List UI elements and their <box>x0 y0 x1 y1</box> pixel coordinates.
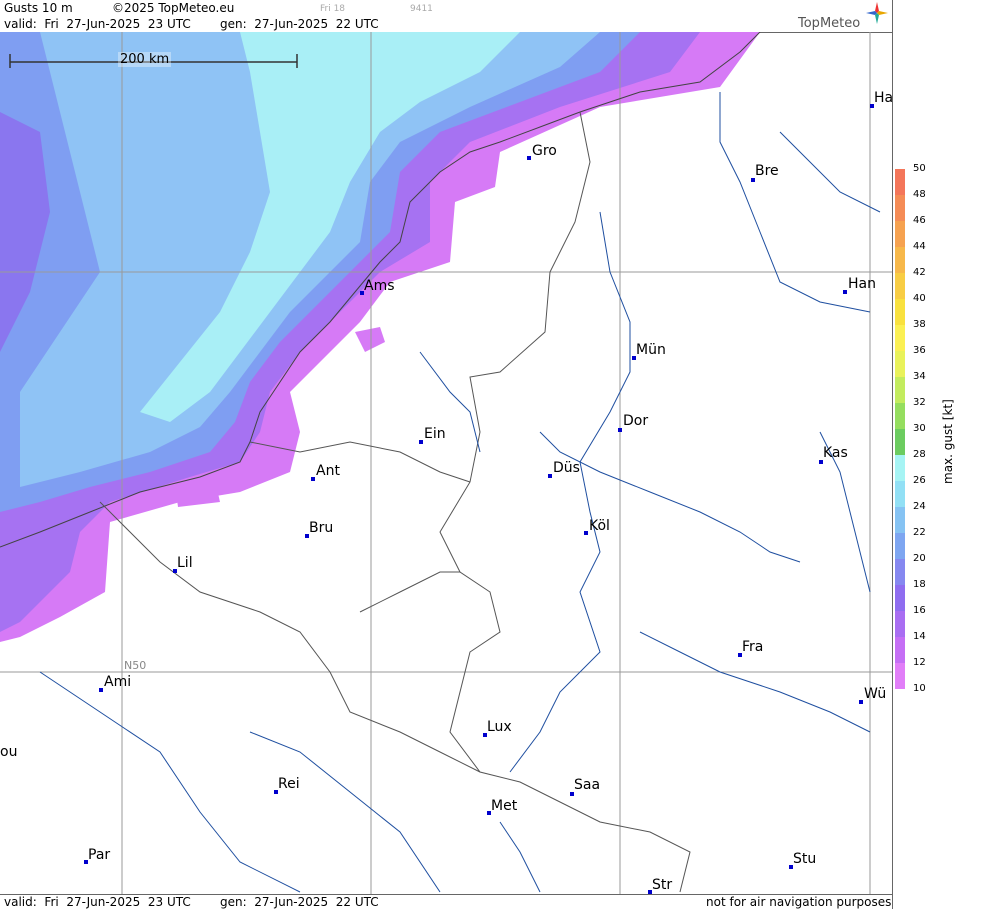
city-ami: Ami <box>104 674 132 690</box>
city-kas: Kas <box>823 445 848 461</box>
city-dot <box>311 477 315 481</box>
legend-color-cell <box>895 559 905 585</box>
gust-patch-magenta-2 <box>175 480 220 507</box>
city-ein: Ein <box>424 426 446 442</box>
legend-tick-label: 34 <box>913 371 926 382</box>
city-ou: ou <box>0 744 18 760</box>
legend-color-cell <box>895 663 905 689</box>
city-dot <box>859 700 863 704</box>
city-mun: Mün <box>636 342 666 358</box>
legend-color-cell <box>895 611 905 637</box>
legend-tick-label: 12 <box>913 657 926 668</box>
legend-panel: 50 48 46 44 42 40 38 36 34 32 30 28 26 24 22 20 18 16 14 12… <box>892 0 983 909</box>
product-title: Gusts 10 m <box>4 1 73 15</box>
legend-tick-label: 10 <box>913 683 926 694</box>
legend-color-cell <box>895 169 905 195</box>
legend-color-cell <box>895 351 905 377</box>
city-ams: Ams <box>364 278 395 294</box>
legend-color-cell <box>895 481 905 507</box>
city-par: Par <box>88 847 111 863</box>
city-kol: Köl <box>589 518 610 534</box>
legend-color-cell <box>895 299 905 325</box>
legend-color-cell <box>895 403 905 429</box>
disclaimer: not for air navigation purposes <box>706 895 892 909</box>
day-marker: Fri 18 <box>320 4 346 14</box>
topmeteo-logo-icon <box>866 2 888 24</box>
city-bre: Bre <box>755 163 779 179</box>
generated-time: gen: 27-Jun-2025 22 UTC <box>220 17 379 31</box>
city-met: Met <box>491 798 518 814</box>
copyright: ©2025 TopMeteo.eu <box>112 1 235 15</box>
city-fra: Fra <box>742 639 764 655</box>
city-dot <box>419 440 423 444</box>
city-ant: Ant <box>316 463 340 479</box>
legend-color-cell <box>895 221 905 247</box>
legend-color-cell <box>895 533 905 559</box>
legend-color-cell <box>895 247 905 273</box>
legend-tick-label: 46 <box>913 215 926 226</box>
city-lux: Lux <box>487 719 512 735</box>
legend-tick-label: 20 <box>913 553 926 564</box>
city-han: Han <box>848 276 876 292</box>
gust-patch-magenta-1 <box>355 327 385 352</box>
valid-time: valid: Fri 27-Jun-2025 23 UTC <box>4 17 191 31</box>
city-dot <box>99 688 103 692</box>
legend-tick-label: 50 <box>913 163 926 174</box>
city-rei: Rei <box>278 776 300 792</box>
city-lil: Lil <box>177 555 193 571</box>
city-ha: Ha <box>874 90 892 106</box>
city-dot <box>584 531 588 535</box>
city-wu: Wü <box>864 686 887 702</box>
legend-tick-label: 14 <box>913 631 926 642</box>
legend-color-cell <box>895 325 905 351</box>
footer-generated-time: gen: 27-Jun-2025 22 UTC <box>220 895 379 909</box>
map-area[interactable]: 200 km N50 Ha Gro Bre Ams Han Mün Dor Ei… <box>0 32 892 894</box>
city-dus: Düs <box>553 460 580 476</box>
legend-tick-label: 40 <box>913 293 926 304</box>
legend-tick-label: 30 <box>913 423 926 434</box>
city-gro: Gro <box>532 143 557 159</box>
legend-title: max. gust [kt] <box>941 399 955 484</box>
gust-field-map <box>0 32 892 894</box>
latitude-label: N50 <box>124 659 147 672</box>
city-bru: Bru <box>309 520 334 536</box>
legend-color-cell <box>895 377 905 403</box>
city-dot <box>548 474 552 478</box>
legend-color-cell <box>895 195 905 221</box>
city-stu: Stu <box>793 851 817 867</box>
legend-tick-label: 32 <box>913 397 926 408</box>
legend-color-cell <box>895 585 905 611</box>
city-str: Str <box>652 877 673 893</box>
legend-tick-label: 24 <box>913 501 926 512</box>
legend-tick-label: 18 <box>913 579 926 590</box>
map-code: 9411 <box>410 4 433 14</box>
legend-tick-label: 42 <box>913 267 926 278</box>
header-bar: Gusts 10 m ©2025 TopMeteo.eu Fri 18 9411… <box>0 0 892 33</box>
city-saa: Saa <box>574 777 601 793</box>
city-dot <box>843 290 847 294</box>
footer-bar: valid: Fri 27-Jun-2025 23 UTC gen: 27-Ju… <box>0 894 892 910</box>
legend-color-cell <box>895 273 905 299</box>
legend-tick-label: 26 <box>913 475 926 486</box>
legend-color-cell <box>895 507 905 533</box>
scale-label: 200 km <box>118 52 172 67</box>
legend-color-cell <box>895 429 905 455</box>
legend-tick-label: 48 <box>913 189 926 200</box>
legend-color-cell <box>895 455 905 481</box>
legend-tick-label: 28 <box>913 449 926 460</box>
legend-tick-label: 16 <box>913 605 926 616</box>
footer-valid-time: valid: Fri 27-Jun-2025 23 UTC <box>4 895 191 909</box>
legend-tick-label: 36 <box>913 345 926 356</box>
legend-tick-label: 44 <box>913 241 926 252</box>
brand-name: TopMeteo <box>798 16 861 31</box>
legend-tick-label: 38 <box>913 319 926 330</box>
city-dor: Dor <box>623 413 649 429</box>
legend-color-cell <box>895 637 905 663</box>
city-dot <box>618 428 622 432</box>
city-dot <box>527 156 531 160</box>
legend-tick-label: 22 <box>913 527 926 538</box>
